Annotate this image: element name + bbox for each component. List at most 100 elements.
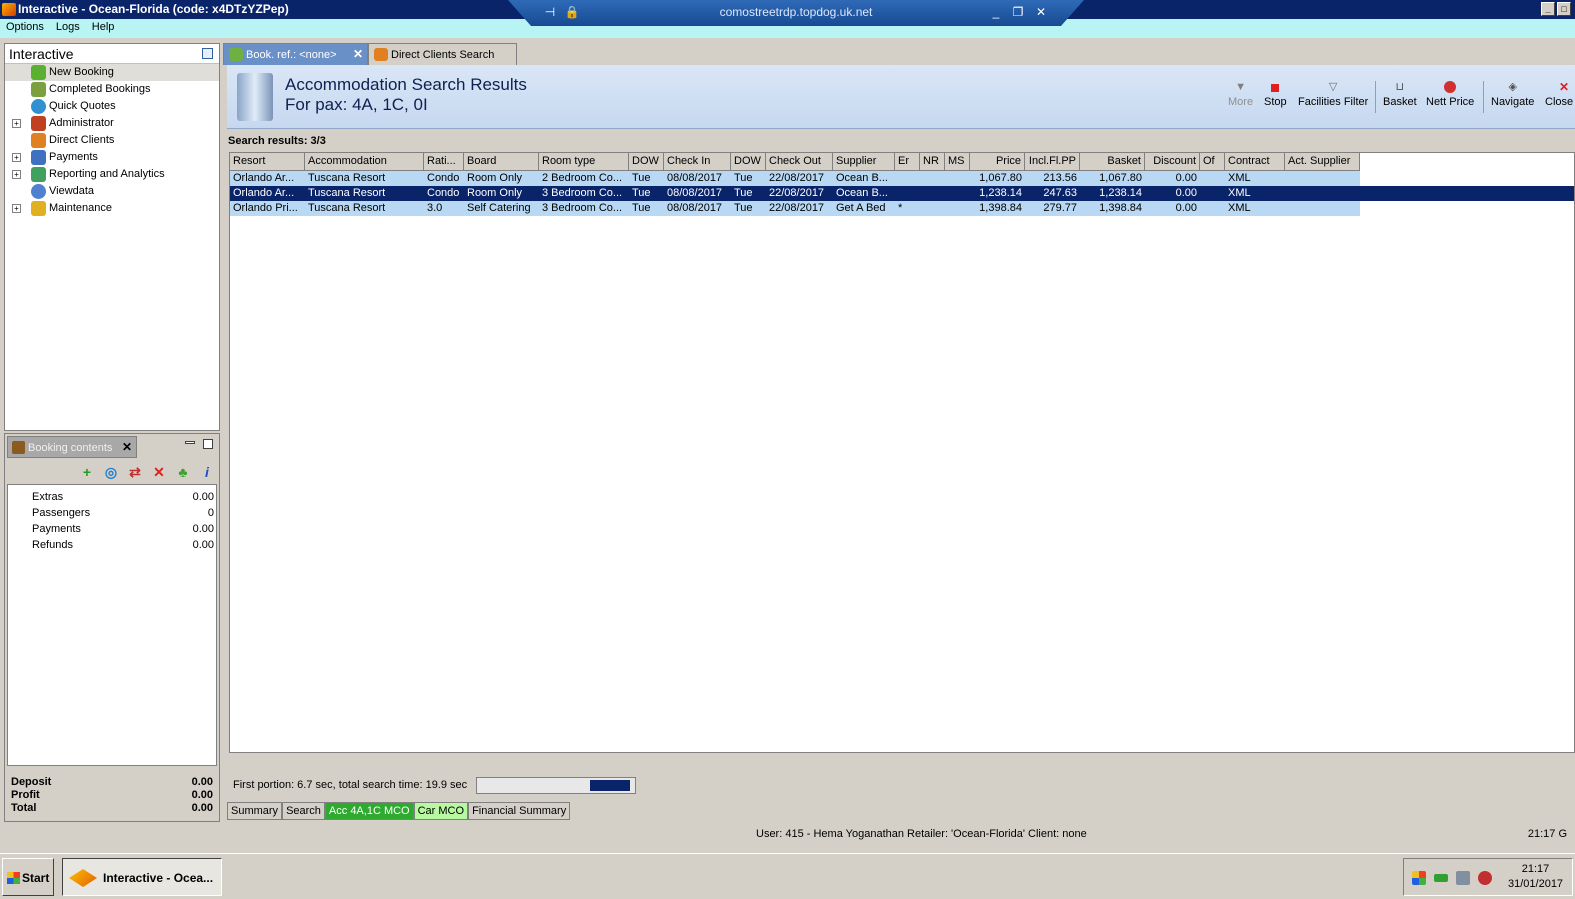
expand-icon[interactable]: + — [12, 204, 21, 213]
refresh-icon[interactable]: ◎ — [103, 464, 119, 480]
table-cell: Tue — [632, 187, 651, 199]
tab-financial-summary[interactable]: Financial Summary — [468, 802, 571, 820]
column-header[interactable]: Contract — [1225, 153, 1285, 171]
results-header: Accommodation Search Results For pax: 4A… — [227, 65, 1575, 129]
basket-button[interactable]: ⊔ Basket — [1383, 81, 1417, 108]
expand-icon[interactable]: + — [12, 153, 21, 162]
table-cell: 3 Bedroom Co... — [542, 202, 623, 214]
table-row[interactable]: Orlando Ar... Tuscana Resort Condo Room Onl… — [230, 171, 1360, 186]
column-header[interactable]: Act. Supplier — [1285, 153, 1360, 171]
stop-button[interactable]: Stop — [1264, 81, 1287, 108]
table-cell: 1,238.14 — [979, 187, 1022, 199]
nav-item-maintenance[interactable]: + Maintenance — [5, 200, 219, 217]
windows-icon[interactable] — [1412, 871, 1426, 885]
minimize-pane-icon[interactable] — [185, 441, 195, 444]
nav-item-label: Payments — [49, 151, 98, 163]
table-cell: 22/08/2017 — [769, 172, 825, 184]
table-cell: Tue — [734, 172, 753, 184]
network-icon[interactable] — [1456, 871, 1470, 885]
column-header[interactable]: Incl.Fl.PP — [1025, 153, 1080, 171]
column-header[interactable]: Check Out — [766, 153, 833, 171]
menu-options[interactable]: Options — [0, 19, 50, 38]
column-header[interactable]: Discount — [1145, 153, 1200, 171]
maximize-button[interactable]: □ — [1557, 2, 1571, 16]
more-label: More — [1228, 96, 1254, 108]
table-cell — [945, 171, 970, 186]
table-cell: 3.0 — [427, 202, 443, 214]
column-header[interactable]: Supplier — [833, 153, 895, 171]
column-header[interactable]: Rati... — [424, 153, 464, 171]
nav-item-viewdata[interactable]: Viewdata — [5, 183, 219, 200]
nav-item-administrator[interactable]: + Administrator — [5, 115, 219, 132]
tab-search[interactable]: Search — [282, 802, 325, 820]
table-cell: Tue — [632, 202, 651, 214]
nav-item-payments[interactable]: + Payments — [5, 149, 219, 166]
transfer-icon[interactable]: ⇄ — [127, 464, 143, 480]
add-icon[interactable]: + — [79, 464, 95, 480]
column-header[interactable]: Board — [464, 153, 539, 171]
column-header[interactable]: Price — [970, 153, 1025, 171]
nav-item-new-booking[interactable]: New Booking — [5, 64, 219, 81]
tab-booking-ref[interactable]: Book. ref.: <none> ✕ — [223, 43, 368, 65]
table-row[interactable]: Orlando Pri... Tuscana Resort 3.0 Self Cate… — [230, 201, 1360, 216]
total-label: Total — [11, 802, 37, 814]
navigation-pane: Interactive New Booking Completed Bookin… — [4, 43, 220, 431]
palm-tree-icon[interactable]: ♣ — [175, 464, 191, 480]
start-button[interactable]: Start — [2, 858, 54, 896]
column-header[interactable]: DOW — [629, 153, 664, 171]
rdp-close-icon[interactable]: ✕ — [1033, 4, 1049, 20]
results-grid[interactable]: Resort Accommodation Rati... Board Room type… — [229, 152, 1575, 753]
nav-item-quick-quotes[interactable]: Quick Quotes — [5, 98, 219, 115]
column-header[interactable]: Resort — [230, 153, 305, 171]
nav-item-completed-bookings[interactable]: Completed Bookings — [5, 81, 219, 98]
menu-logs[interactable]: Logs — [50, 19, 86, 38]
tab-car-mco[interactable]: Car MCO — [413, 802, 469, 820]
column-header[interactable]: NR — [920, 153, 945, 171]
toolbar-separator — [1483, 81, 1484, 113]
column-header[interactable]: Room type — [539, 153, 629, 171]
collapse-icon[interactable] — [202, 48, 213, 59]
column-header[interactable]: MS — [945, 153, 970, 171]
rdp-restore-icon[interactable]: ❐ — [1010, 4, 1026, 20]
column-header[interactable]: Basket — [1080, 153, 1145, 171]
clients-icon — [374, 48, 388, 61]
close-icon[interactable]: ✕ — [122, 440, 132, 454]
rdp-connection-bar: ⊣ 🔒 comostreetrdp.topdog.uk.net _ ❐ ✕ — [508, 0, 1084, 26]
more-button[interactable]: ▼ More — [1228, 81, 1253, 108]
status-time: 21:17 G — [1527, 828, 1567, 840]
column-header[interactable]: Check In — [664, 153, 731, 171]
menu-help[interactable]: Help — [86, 19, 121, 38]
clock-date: 31/01/2017 — [1508, 878, 1564, 890]
tab-summary[interactable]: Summary — [227, 802, 283, 820]
nav-item-reporting-and-analytics[interactable]: + Reporting and Analytics — [5, 166, 219, 183]
nett-price-button[interactable]: Nett Price — [1426, 81, 1474, 108]
column-header[interactable]: Er — [895, 153, 920, 171]
booking-contents-tab[interactable]: Booking contents ✕ — [7, 436, 137, 458]
rdp-minimize-icon[interactable]: _ — [988, 4, 1004, 20]
close-tab-icon[interactable]: ✕ — [353, 47, 363, 61]
volume-muted-icon[interactable] — [1478, 871, 1492, 885]
close-button[interactable]: ✕ Close — [1545, 81, 1575, 108]
minimize-button[interactable]: _ — [1541, 2, 1555, 16]
tab-acc-mco[interactable]: Acc 4A,1C MCO — [324, 802, 414, 820]
maximize-pane-icon[interactable] — [203, 439, 213, 449]
column-header[interactable]: Accommodation — [305, 153, 424, 171]
table-row[interactable]: Orlando Ar... Tuscana Resort Condo Room Onl… — [230, 186, 1574, 201]
expand-icon[interactable]: + — [12, 170, 21, 179]
battery-icon[interactable] — [1434, 874, 1448, 882]
navigate-button[interactable]: ◈ Navigate — [1491, 81, 1534, 108]
tab-direct-clients-search[interactable]: Direct Clients Search — [368, 43, 517, 65]
expand-icon[interactable]: + — [12, 119, 21, 128]
facilities-filter-button[interactable]: ▽ Facilities Filter — [1298, 81, 1368, 108]
column-header[interactable]: Of — [1200, 153, 1225, 171]
delete-icon[interactable]: ✕ — [151, 464, 167, 480]
system-clock[interactable]: 21:17 31/01/2017 — [1508, 862, 1563, 892]
clients-icon — [31, 133, 46, 148]
info-icon[interactable]: i — [199, 464, 215, 480]
nav-item-direct-clients[interactable]: Direct Clients — [5, 132, 219, 149]
navigate-label: Navigate — [1491, 96, 1535, 108]
column-header[interactable]: DOW — [731, 153, 766, 171]
table-cell: Room Only — [467, 172, 523, 184]
row-value: 0 — [207, 507, 214, 519]
taskbar-app-button[interactable]: Interactive - Ocea... — [62, 858, 222, 896]
